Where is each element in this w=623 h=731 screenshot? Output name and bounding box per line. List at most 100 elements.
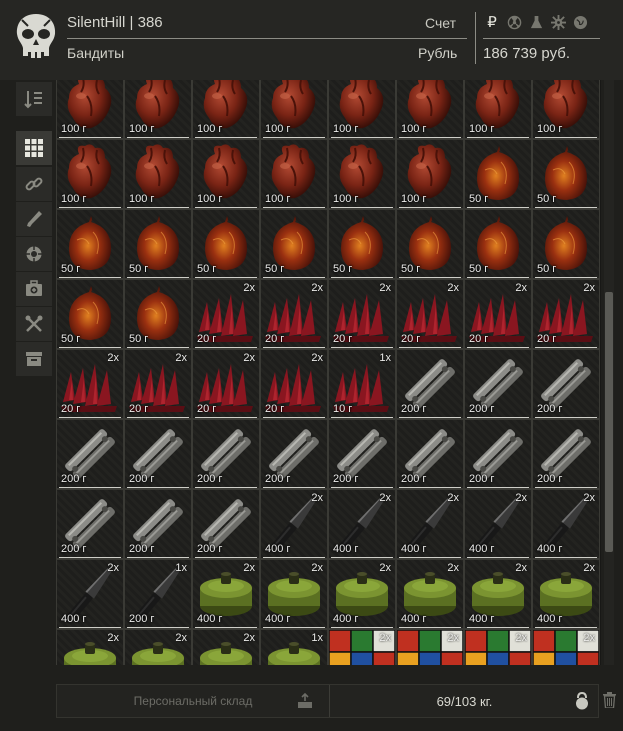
inventory-cell[interactable]: 200 г bbox=[124, 419, 192, 489]
inventory-cell[interactable]: 2x 20 г bbox=[396, 279, 464, 349]
inventory-cell[interactable]: 2x 20 г bbox=[56, 349, 124, 419]
inventory-cell[interactable]: 2x bbox=[124, 629, 192, 665]
inventory-cell[interactable]: 200 г bbox=[532, 419, 600, 489]
inventory-cell[interactable]: 100 г bbox=[328, 139, 396, 209]
inventory-cell[interactable]: 2x 400 г bbox=[56, 559, 124, 629]
inventory-cell[interactable]: 100 г bbox=[192, 80, 260, 139]
inventory-cell[interactable]: 100 г bbox=[124, 80, 192, 139]
inventory-cell[interactable]: 50 г bbox=[396, 209, 464, 279]
inventory-cell[interactable]: 100 г bbox=[56, 80, 124, 139]
inventory-cell[interactable]: 200 г bbox=[56, 419, 124, 489]
item-underline bbox=[331, 137, 393, 138]
filter-misc-button[interactable] bbox=[16, 342, 52, 376]
item-weight: 200 г bbox=[197, 543, 223, 555]
inventory-cell[interactable]: 2x bbox=[532, 629, 600, 665]
inventory-cell[interactable]: 200 г bbox=[56, 489, 124, 559]
inventory-cell[interactable]: 100 г bbox=[532, 80, 600, 139]
inventory-cell[interactable]: 50 г bbox=[328, 209, 396, 279]
filter-tools-button[interactable] bbox=[16, 307, 52, 341]
inventory-cell[interactable]: 200 г bbox=[192, 419, 260, 489]
inventory-cell[interactable]: 2x 400 г bbox=[464, 559, 532, 629]
inventory-cell[interactable]: 2x 20 г bbox=[532, 279, 600, 349]
inventory-cell[interactable]: 200 г bbox=[260, 419, 328, 489]
inventory-cell[interactable]: 2x 20 г bbox=[464, 279, 532, 349]
personal-stash-label[interactable]: Персональный склад bbox=[57, 685, 329, 717]
inventory-cell[interactable]: 1x bbox=[260, 629, 328, 665]
inventory-cell[interactable]: 100 г bbox=[464, 80, 532, 139]
inventory-cell[interactable]: 2x 400 г bbox=[260, 559, 328, 629]
inventory-cell[interactable]: 2x 400 г bbox=[532, 559, 600, 629]
ruble-icon[interactable]: ₽ bbox=[483, 13, 501, 31]
inventory-cell[interactable]: 2x 20 г bbox=[260, 279, 328, 349]
inventory-cell[interactable]: 50 г bbox=[56, 279, 124, 349]
inventory-cell[interactable]: 50 г bbox=[464, 139, 532, 209]
item-count: 2x bbox=[583, 632, 595, 644]
inventory-cell[interactable]: 50 г bbox=[532, 139, 600, 209]
item-weight: 400 г bbox=[333, 543, 359, 555]
inventory-cell[interactable]: 50 г bbox=[260, 209, 328, 279]
scrollbar-thumb[interactable] bbox=[605, 292, 613, 552]
inventory-cell[interactable]: 50 г bbox=[124, 279, 192, 349]
item-underline bbox=[535, 137, 597, 138]
inventory-cell[interactable]: 200 г bbox=[396, 349, 464, 419]
inventory-cell[interactable]: 200 г bbox=[124, 489, 192, 559]
item-weight: 50 г bbox=[537, 263, 557, 275]
inventory-cell[interactable]: 2x 400 г bbox=[396, 559, 464, 629]
inventory-cell[interactable]: 200 г bbox=[192, 489, 260, 559]
stash-upload-icon[interactable] bbox=[297, 693, 313, 709]
inventory-cell[interactable]: 100 г bbox=[260, 80, 328, 139]
inventory-cell[interactable]: 200 г bbox=[464, 419, 532, 489]
inventory-cell[interactable]: 2x 20 г bbox=[192, 279, 260, 349]
filter-explosives-button[interactable] bbox=[16, 237, 52, 271]
inventory-cell[interactable]: 2x 400 г bbox=[532, 489, 600, 559]
inventory-cell[interactable]: 200 г bbox=[532, 349, 600, 419]
inventory-cell[interactable]: 2x 20 г bbox=[124, 349, 192, 419]
inventory-cell[interactable]: 2x bbox=[328, 629, 396, 665]
inventory-cell[interactable]: 2x 400 г bbox=[328, 489, 396, 559]
inventory-cell[interactable]: 2x bbox=[396, 629, 464, 665]
item-count: 2x bbox=[379, 282, 391, 294]
gear-icon[interactable] bbox=[549, 13, 567, 31]
sort-button[interactable] bbox=[16, 82, 52, 116]
inventory-cell[interactable]: 2x 400 г bbox=[464, 489, 532, 559]
filter-all-button[interactable] bbox=[16, 131, 52, 165]
inventory-cell[interactable]: 2x 400 г bbox=[260, 489, 328, 559]
item-underline bbox=[467, 627, 529, 628]
inventory-cell[interactable]: 2x 20 г bbox=[192, 349, 260, 419]
inventory-cell[interactable]: 1x 200 г bbox=[124, 559, 192, 629]
item-underline bbox=[59, 207, 121, 208]
inventory-cell[interactable]: 2x 400 г bbox=[328, 559, 396, 629]
inventory-cell[interactable]: 2x 20 г bbox=[260, 349, 328, 419]
inventory-cell[interactable]: 1x 10 г bbox=[328, 349, 396, 419]
inventory-cell[interactable]: 2x bbox=[56, 629, 124, 665]
inventory-cell[interactable]: 200 г bbox=[396, 419, 464, 489]
filter-medicine-button[interactable] bbox=[16, 272, 52, 306]
radiation-icon[interactable] bbox=[505, 13, 523, 31]
inventory-cell[interactable]: 50 г bbox=[56, 209, 124, 279]
inventory-cell[interactable]: 100 г bbox=[56, 139, 124, 209]
inventory-cell[interactable]: 2x bbox=[192, 629, 260, 665]
inventory-cell[interactable]: 100 г bbox=[192, 139, 260, 209]
inventory-cell[interactable]: 50 г bbox=[124, 209, 192, 279]
inventory-cell[interactable]: 50 г bbox=[192, 209, 260, 279]
inventory-cell[interactable]: 100 г bbox=[124, 139, 192, 209]
globe-icon[interactable] bbox=[571, 13, 589, 31]
inventory-cell[interactable]: 50 г bbox=[464, 209, 532, 279]
scrollbar[interactable] bbox=[604, 80, 614, 665]
inventory-cell[interactable]: 200 г bbox=[464, 349, 532, 419]
inventory-cell[interactable]: 200 г bbox=[328, 419, 396, 489]
item-count: 2x bbox=[107, 562, 119, 574]
inventory-cell[interactable]: 2x 400 г bbox=[192, 559, 260, 629]
filter-modules-button[interactable] bbox=[16, 167, 52, 201]
inventory-cell[interactable]: 2x bbox=[464, 629, 532, 665]
inventory-cell[interactable]: 100 г bbox=[396, 139, 464, 209]
inventory-cell[interactable]: 2x 20 г bbox=[328, 279, 396, 349]
inventory-cell[interactable]: 2x 400 г bbox=[396, 489, 464, 559]
inventory-cell[interactable]: 100 г bbox=[396, 80, 464, 139]
inventory-cell[interactable]: 100 г bbox=[328, 80, 396, 139]
flask-icon[interactable] bbox=[527, 13, 545, 31]
filter-weapons-button[interactable] bbox=[16, 202, 52, 236]
inventory-cell[interactable]: 50 г bbox=[532, 209, 600, 279]
inventory-cell[interactable]: 100 г bbox=[260, 139, 328, 209]
trash-icon[interactable] bbox=[603, 692, 616, 708]
